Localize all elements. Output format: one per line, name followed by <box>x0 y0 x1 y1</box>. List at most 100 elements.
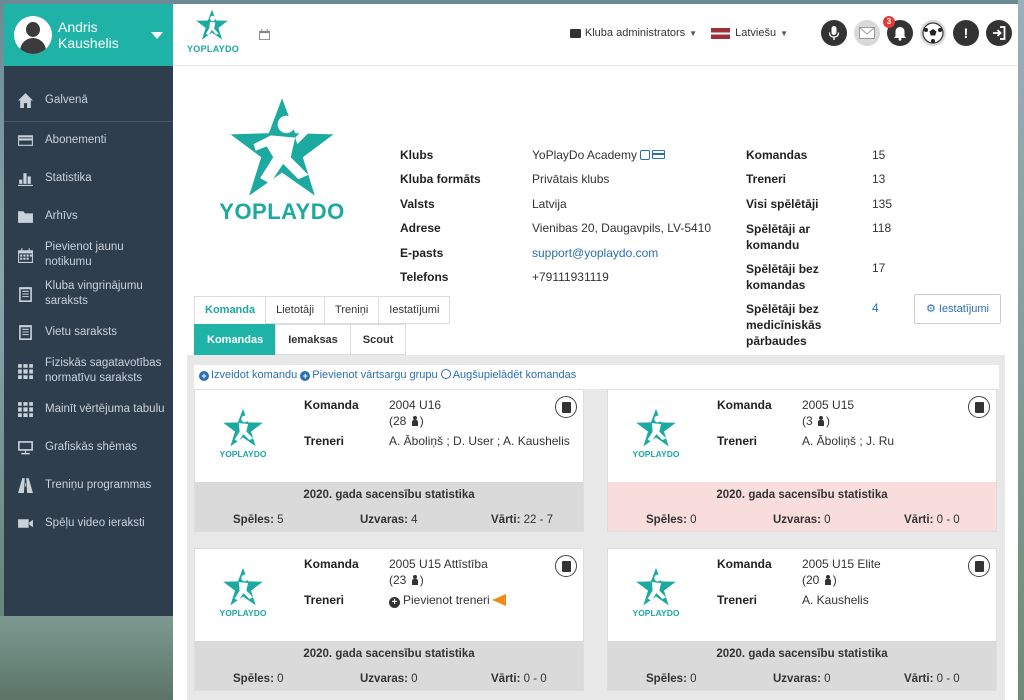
games-stat: Spēles: 0 <box>646 514 697 526</box>
language-selector[interactable]: Latviešu ▼ <box>711 27 788 39</box>
logout-button[interactable] <box>986 20 1012 46</box>
yoplaydo-logo[interactable]: YOPLAYDO <box>187 9 240 54</box>
chevron-down-icon: ▼ <box>780 28 788 38</box>
book-icon <box>561 560 571 572</box>
team-book-button[interactable] <box>968 555 990 577</box>
coaches-count-value: 13 <box>872 172 886 186</box>
email-label: E-pasts <box>400 246 444 260</box>
calendar-icon[interactable] <box>259 29 270 40</box>
coaches-label: Treneri <box>304 434 345 448</box>
team-card[interactable]: YOPLAYDO Komanda 2004 U16 (28 ) Treneri … <box>194 389 584 532</box>
games-stat: Spēles: 0 <box>233 673 284 685</box>
top-bar: YOPLAYDO Kluba administrators ▼ Latviešu… <box>173 4 1018 66</box>
tab-scout[interactable]: Scout <box>349 324 407 355</box>
role-selector[interactable]: Kluba administrators ▼ <box>569 27 697 39</box>
sidebar-item-normativi[interactable]: Fiziskās sagatavotības normatīvu sarakst… <box>4 352 173 391</box>
coaches-value: A. Kaushelis <box>802 593 869 607</box>
edit-icon[interactable] <box>639 150 650 160</box>
sidebar-item-label: Vietu saraksts <box>45 326 118 338</box>
goals-value: 0 - 0 <box>936 514 960 526</box>
goals-stat: Vārti: 0 - 0 <box>491 673 547 685</box>
tab-trenini[interactable]: Treniņi <box>324 296 380 324</box>
coaches-value: A. Āboliņš ; J. Ru <box>802 434 895 448</box>
club-logo: YOPLAYDO <box>217 96 347 225</box>
add-coach-link[interactable]: + Pievienot treneri <box>389 593 506 608</box>
address-label: Adrese <box>400 221 441 235</box>
grid-icon <box>16 401 34 419</box>
team-card[interactable]: YOPLAYDO Komanda 2005 U15 Attīstība (23 … <box>194 548 584 691</box>
team-name: 2004 U16 <box>389 398 442 412</box>
sidebar-item-pievienot-notikumu[interactable]: Pievienot jaunu notikumu <box>4 236 173 275</box>
sidebar-item-statistika[interactable]: Statistika <box>4 160 173 198</box>
sidebar-item-vertejuma-tabula[interactable]: Mainīt vērtējuma tabulu <box>4 391 173 429</box>
book-icon <box>974 560 984 572</box>
team-logo: YOPLAYDO <box>630 567 682 618</box>
sidebar-item-treninu-programmas[interactable]: Treniņu programmas <box>4 467 173 505</box>
wins-value: 4 <box>411 514 418 526</box>
soccer-ball-button[interactable] <box>920 20 946 46</box>
settings-button[interactable]: ⚙ Iestatījumi <box>914 294 1002 324</box>
wins-label: Uzvaras: <box>360 673 408 685</box>
players-with-team-value: 118 <box>872 221 892 235</box>
teams-count-label: Komandas <box>746 148 808 162</box>
wins-stat: Uzvaras: 0 <box>360 673 418 685</box>
sidebar-nav: Galvenā Abonementi Statistika Arhīvs Pie… <box>4 66 173 543</box>
goals-value: 0 - 0 <box>936 673 960 685</box>
messages-button[interactable] <box>854 20 880 46</box>
sidebar-item-vietu-saraksts[interactable]: Vietu saraksts <box>4 314 173 352</box>
create-team-link[interactable]: Izveidot komandu <box>211 369 297 381</box>
team-name: 2005 U15 <box>802 398 855 412</box>
road-icon <box>16 477 34 495</box>
player-count: (20 <box>802 573 820 587</box>
goals-stat: Vārti: 22 - 7 <box>491 514 553 526</box>
team-book-button[interactable] <box>555 555 577 577</box>
club-name-value: YoPlayDo Academy <box>532 148 665 162</box>
sidebar-item-grafiskas-shemas[interactable]: Grafiskās shēmas <box>4 429 173 467</box>
user-first-name: Andris <box>58 19 98 35</box>
wins-label: Uzvaras: <box>773 514 821 526</box>
tab-komanda[interactable]: Komanda <box>194 296 267 324</box>
team-card[interactable]: YOPLAYDO Komanda 2005 U15 (3 ) Treneri A… <box>607 389 997 532</box>
games-value: 0 <box>277 673 284 685</box>
player-count: (23 <box>389 573 407 587</box>
team-label: Komanda <box>304 398 359 412</box>
tab-komandas[interactable]: Komandas <box>194 324 277 355</box>
sidebar-item-vingrinajumi[interactable]: Kluba vingrinājumu saraksts <box>4 275 173 314</box>
book-icon <box>561 401 571 413</box>
games-value: 0 <box>690 514 697 526</box>
team-card[interactable]: YOPLAYDO Komanda 2005 U15 Elite (20 ) Tr… <box>607 548 997 691</box>
user-menu[interactable]: Andris Kaushelis <box>4 4 173 66</box>
language-label: Latviešu <box>735 27 777 39</box>
team-player-count: (23 ) <box>389 573 424 587</box>
goals-stat: Vārti: 0 - 0 <box>904 514 960 526</box>
presentation-icon <box>16 439 34 457</box>
sidebar-item-video-ieraksti[interactable]: Spēļu video ieraksti <box>4 505 173 543</box>
sidebar-item-arhivs[interactable]: Arhīvs <box>4 198 173 236</box>
email-link[interactable]: support@yoplaydo.com <box>532 246 658 260</box>
team-player-count: (3 ) <box>802 414 831 428</box>
logo-text: YOPLAYDO <box>632 608 680 618</box>
games-label: Spēles: <box>233 673 274 685</box>
team-logo: YOPLAYDO <box>217 567 269 618</box>
sidebar-item-galvena[interactable]: Galvenā <box>4 84 173 122</box>
team-player-count: (20 ) <box>802 573 837 587</box>
team-book-button[interactable] <box>555 396 577 418</box>
add-goalkeeper-group-link[interactable]: Pievienot vārtsargu grupu <box>312 369 437 381</box>
chevron-down-icon[interactable] <box>151 31 163 39</box>
tab-lietotaji[interactable]: Lietotāji <box>265 296 326 324</box>
upload-teams-link[interactable]: Augšupielādēt komandas <box>453 369 577 381</box>
sidebar-item-abonementi[interactable]: Abonementi <box>4 122 173 160</box>
user-last-name: Kaushelis <box>58 35 119 51</box>
notifications-button[interactable]: 3 <box>883 16 913 46</box>
players-without-medical-link[interactable]: 4 <box>872 301 879 315</box>
latvia-flag-icon <box>711 27 731 39</box>
team-book-button[interactable] <box>968 396 990 418</box>
microphone-icon <box>828 25 840 40</box>
tab-iemaksas[interactable]: Iemaksas <box>275 324 351 355</box>
logo-text: YOPLAYDO <box>187 44 240 54</box>
tab-iestatijumi[interactable]: Iestatījumi <box>378 296 451 324</box>
sidebar-item-label: Kluba vingrinājumu saraksts <box>45 280 143 307</box>
microphone-button[interactable] <box>821 20 847 46</box>
credit-card-icon[interactable] <box>651 150 665 159</box>
alert-button[interactable]: ! <box>953 20 979 46</box>
